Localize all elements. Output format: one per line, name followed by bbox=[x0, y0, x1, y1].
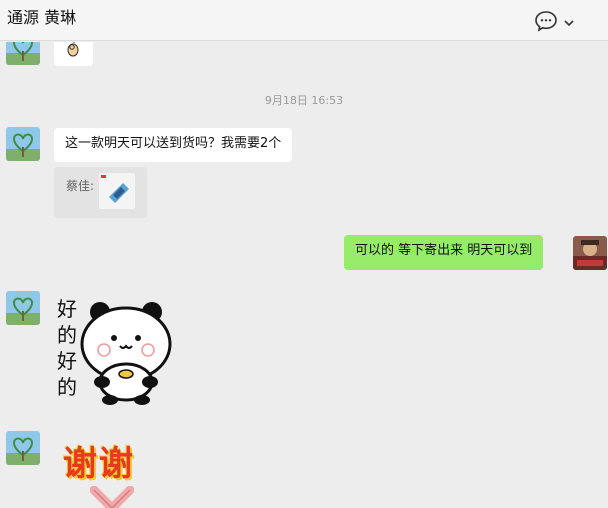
chat-title: 通源 黄琳 bbox=[7, 8, 77, 27]
contact-avatar[interactable] bbox=[6, 291, 40, 325]
product-thumbnail[interactable] bbox=[99, 173, 135, 209]
message-bubble-incoming[interactable]: 这一款明天可以送到货吗？我需要2个 bbox=[54, 128, 293, 162]
ok-hand-icon bbox=[65, 42, 81, 61]
message-timestamp: 9月18日 16:53 bbox=[264, 94, 344, 107]
my-avatar[interactable] bbox=[573, 236, 607, 270]
contact-avatar[interactable] bbox=[6, 42, 40, 65]
sticker-char: 的 bbox=[57, 375, 77, 399]
message-bubble-emoji[interactable] bbox=[54, 42, 93, 66]
sticker-panda-ok[interactable]: 好 的 好 的 bbox=[54, 296, 174, 406]
contact-avatar[interactable] bbox=[6, 127, 40, 161]
chat-header: 通源 黄琳 bbox=[0, 0, 608, 41]
sticker-char: 的 bbox=[57, 323, 77, 347]
heart-hands-icon bbox=[90, 486, 134, 508]
panda-icon bbox=[80, 302, 172, 405]
sticker-char: 好 bbox=[57, 297, 77, 321]
sticker-thanks[interactable]: 谢谢 bbox=[60, 434, 170, 508]
quote-sender: 蔡佳: bbox=[66, 179, 95, 193]
chevron-down-icon[interactable] bbox=[563, 14, 575, 27]
message-bubble-outgoing[interactable]: 可以的 等下寄出来 明天可以到 bbox=[344, 235, 544, 270]
quoted-message[interactable]: 蔡佳: bbox=[54, 167, 147, 218]
message-list[interactable]: 9月18日 16:53 这一款明天可以送到货吗？我需要2个 蔡佳: 可以的 等下… bbox=[0, 42, 608, 508]
sticker-thanks-text: 谢谢 bbox=[63, 444, 135, 484]
chat-bubble-icon[interactable] bbox=[534, 10, 558, 32]
contact-avatar[interactable] bbox=[6, 431, 40, 465]
sticker-char: 好 bbox=[57, 349, 77, 373]
